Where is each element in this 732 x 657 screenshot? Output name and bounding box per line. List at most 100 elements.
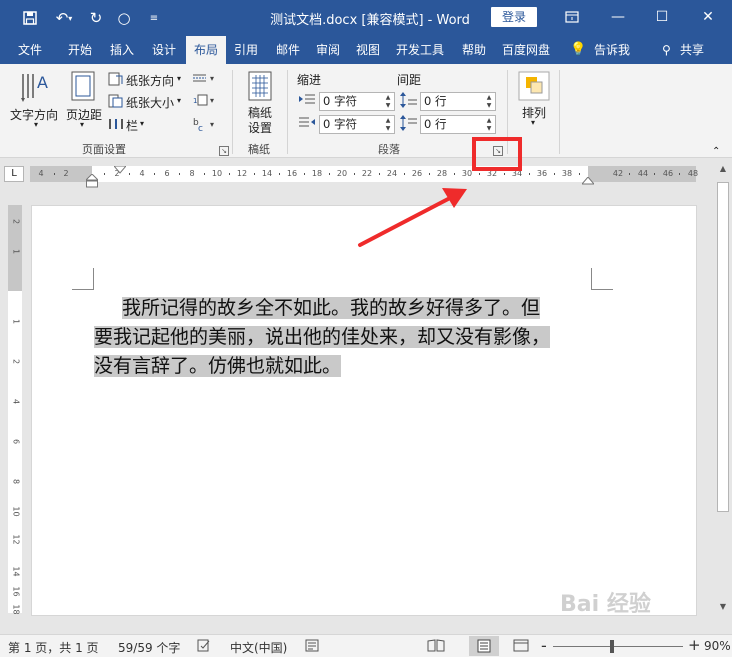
scrollbar-thumb[interactable] [717,182,729,512]
redo-icon[interactable]: ↻ [84,6,108,30]
ribbon-layout: A 文字方向 ▾ 页边距 ▾ 纸张方向 ▾ 纸张大小 ▾ 栏 ▾ ▾ 1 ▾ bc… [0,64,732,158]
page-setup-group-label: 页面设置 [82,143,126,156]
ribbon-display-options-icon[interactable] [552,3,592,31]
svg-text:▾: ▾ [210,120,214,129]
share-button[interactable]: ⚲ 共享 [656,36,716,64]
tab-view[interactable]: 视图 [348,36,388,64]
text-direction-dropdown-icon[interactable]: ▾ [34,120,38,129]
vertical-ruler[interactable]: 2 1 1 2 4 6 8 10 12 14 16 18 [8,205,22,615]
crop-mark [591,289,613,290]
ruler-tick-mark [504,173,505,175]
tell-me-search[interactable]: 💡 告诉我 [564,36,638,64]
spacing-before-icon [400,91,418,112]
ruler-tick-mark [254,173,255,175]
indent-left-spinner-icon[interactable]: ▲ ▼ [384,94,392,110]
vertical-scrollbar[interactable]: ▲ ▼ [714,158,732,618]
minimize-icon[interactable]: — [598,3,638,31]
vruler-tick-label: 1 [11,318,21,325]
zoom-out-button[interactable]: - [541,636,547,655]
tab-references[interactable]: 引用 [226,36,266,64]
title-bar: ↶ ▾ ↻ ○ ≡ 测试文档.docx [兼容模式] - Word 登录 — ☐ … [0,0,732,36]
document-page[interactable]: 我所记得的故乡全不如此。我的故乡好得多了。但 要我记起他的美丽，说出他的佳处来，… [31,205,697,616]
selected-text: 我所记得的故乡全不如此。我的故乡好得多了。但 [122,297,541,319]
login-button[interactable]: 登录 [491,7,537,27]
tab-home[interactable]: 开始 [60,36,100,64]
crop-mark [591,268,592,290]
proofing-icon[interactable] [197,639,211,655]
spacing-before-input[interactable]: 0 行 ▲ ▼ [420,92,496,111]
breaks-icon[interactable]: ▾ [192,72,218,87]
customize-quick-access-icon[interactable]: ≡ [142,6,166,30]
zoom-in-button[interactable]: + [688,636,701,654]
macro-record-icon[interactable] [305,639,319,655]
draft-paper-icon[interactable] [247,70,273,105]
ruler-tick-mark [304,173,305,175]
page-count[interactable]: 第 1 页，共 1 页 [8,639,99,656]
svg-text:▾: ▾ [210,96,214,105]
document-body[interactable]: 我所记得的故乡全不如此。我的故乡好得多了。但 要我记起他的美丽，说出他的佳处来，… [94,294,594,381]
language-indicator[interactable]: 中文(中国) [230,639,287,656]
margins-dropdown-icon[interactable]: ▾ [80,120,84,129]
web-layout-icon[interactable] [513,639,529,655]
print-layout-icon[interactable] [469,636,499,656]
tab-developer[interactable]: 开发工具 [390,36,450,64]
paper-size-icon[interactable] [108,94,124,111]
ruler-tick-mark [554,173,555,175]
page-setup-launcher-icon[interactable]: ↘ [219,146,229,156]
tab-insert[interactable]: 插入 [102,36,142,64]
indent-left-input[interactable]: 0 字符 ▲ ▼ [319,92,395,111]
spacing-after-input[interactable]: 0 行 ▲ ▼ [420,115,496,134]
zoom-level[interactable]: 90% [704,639,731,653]
spacing-after-spinner-icon[interactable]: ▲ ▼ [485,117,493,133]
collapse-ribbon-icon[interactable]: ⌃ [712,146,720,157]
undo-icon[interactable]: ↶ ▾ [50,6,78,30]
line-numbers-icon[interactable]: 1 ▾ [192,94,218,109]
circle-icon[interactable]: ○ [112,6,136,30]
tab-selector[interactable]: L [4,166,24,182]
tab-mailings[interactable]: 邮件 [268,36,308,64]
selected-text: 要我记起他的美丽，说出他的佳处来，却又没有影像， [94,326,551,348]
orientation-dropdown-icon[interactable]: ▾ [177,74,181,83]
orientation-label[interactable]: 纸张方向 [126,72,174,89]
svg-text:c: c [198,124,203,132]
tab-design[interactable]: 设计 [144,36,184,64]
paper-size-label[interactable]: 纸张大小 [126,94,174,111]
columns-dropdown-icon[interactable]: ▾ [140,119,144,128]
scroll-up-icon[interactable]: ▲ [714,164,732,173]
tab-help[interactable]: 帮助 [454,36,494,64]
spacing-before-spinner-icon[interactable]: ▲ ▼ [485,94,493,110]
indent-right-input[interactable]: 0 字符 ▲ ▼ [319,115,395,134]
margins-icon[interactable] [70,70,96,105]
tab-file[interactable]: 文件 [8,36,52,64]
ruler-tick-mark [529,173,530,175]
vruler-tick-label: 12 [11,534,21,545]
arrange-dropdown-icon[interactable]: ▾ [531,118,535,127]
right-indent-marker-icon[interactable] [580,174,596,188]
word-count[interactable]: 59/59 个字 [118,639,180,656]
tab-review[interactable]: 审阅 [308,36,348,64]
ruler-tick-mark [579,173,580,175]
ruler-tick-mark [279,173,280,175]
ruler-tick-label: 44 [637,169,649,178]
columns-label[interactable]: 栏 [126,117,138,134]
first-line-indent-marker-icon[interactable] [112,163,128,177]
read-mode-icon[interactable] [427,639,445,655]
tab-baidu-netdisk[interactable]: 百度网盘 [496,36,556,64]
orientation-icon[interactable] [108,72,124,89]
maximize-icon[interactable]: ☐ [642,3,682,31]
close-icon[interactable]: ✕ [688,3,728,31]
tab-layout[interactable]: 布局 [186,36,226,64]
paper-size-dropdown-icon[interactable]: ▾ [177,96,181,105]
save-icon[interactable] [18,6,42,30]
zoom-slider-thumb[interactable] [609,640,614,653]
hanging-indent-marker-icon[interactable] [84,173,100,191]
indent-right-spinner-icon[interactable]: ▲ ▼ [384,117,392,133]
text-direction-icon[interactable]: A [18,70,52,107]
columns-icon[interactable] [108,117,124,134]
arrange-icon[interactable] [518,71,550,104]
spacing-before-value: 0 行 [424,94,447,108]
scroll-down-icon[interactable]: ▼ [714,602,732,611]
zoom-slider[interactable] [553,646,683,647]
ribbon-tabs: 文件 开始 插入 设计 布局 引用 邮件 审阅 视图 开发工具 帮助 百度网盘 … [0,36,732,64]
hyphenation-icon[interactable]: b c ▾ [192,116,218,135]
